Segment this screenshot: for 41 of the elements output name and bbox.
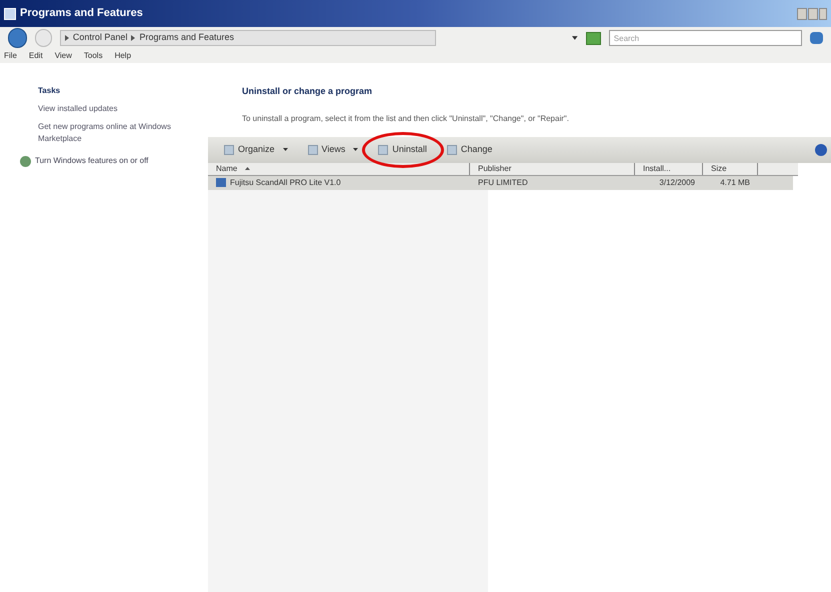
menu-item[interactable]: Edit	[28, 50, 43, 62]
menu-item[interactable]: File	[4, 50, 17, 62]
page-description: To uninstall a program, select it from the list and then click "Uninstall", "Change", or "Repair".	[242, 112, 570, 124]
window-title: Programs and Features	[20, 6, 143, 22]
column-header[interactable]: Name	[208, 162, 470, 174]
menu-item[interactable]: Help	[114, 50, 132, 62]
table-row[interactable]: Fujitsu ScandAll PRO Lite V1.0 PFU LIMITED 3/12/2009 4.71 MB	[208, 176, 793, 190]
dropdown-icon[interactable]	[572, 36, 578, 40]
toolbar-button[interactable]: Uninstall	[374, 140, 431, 160]
breadcrumb[interactable]: Programs and Features	[139, 31, 234, 45]
task-link[interactable]: View installed updates	[38, 103, 188, 115]
table-cell-text: 3/12/2009	[658, 176, 696, 188]
refresh-button[interactable]	[586, 32, 601, 44]
caret-icon	[353, 148, 358, 151]
window-icon	[4, 8, 16, 20]
minimize-button[interactable]	[797, 8, 807, 20]
toolbar-menu-button[interactable]: Views	[304, 140, 362, 160]
menu-item[interactable]: View	[54, 50, 72, 62]
column-header[interactable]: Size	[703, 162, 758, 174]
table-cell: Fujitsu ScandAll PRO Lite V1.0	[208, 176, 470, 190]
menu-item[interactable]: Tools	[84, 50, 103, 62]
column-header[interactable]: Install...	[635, 162, 703, 174]
sort-icon	[245, 167, 250, 170]
column-header[interactable]: Publisher	[470, 162, 635, 174]
table-cell-text: PFU LIMITED	[477, 176, 529, 188]
table-cell-text: 4.71 MB	[719, 176, 751, 188]
task-link[interactable]: Get new programs online at Windows Marketplace	[38, 121, 188, 145]
chevron-icon	[131, 35, 136, 41]
task-link[interactable]: Turn Windows features on or off	[35, 155, 148, 167]
toolbar-menu-button[interactable]: Organize	[220, 140, 292, 160]
toolbar-button[interactable]: Change	[442, 140, 496, 160]
chevron-icon	[64, 35, 69, 41]
back-button[interactable]	[8, 28, 27, 48]
breadcrumb[interactable]: Control Panel	[72, 31, 128, 45]
tasks-heading: Tasks	[38, 85, 62, 97]
search-field[interactable]: Search	[608, 30, 802, 46]
address-field[interactable]: Control Panel Programs and Features	[60, 30, 436, 46]
close-button[interactable]	[819, 8, 827, 20]
maximize-button[interactable]	[808, 8, 818, 20]
caret-icon	[282, 148, 288, 151]
page-heading: Uninstall or change a program	[242, 85, 374, 98]
